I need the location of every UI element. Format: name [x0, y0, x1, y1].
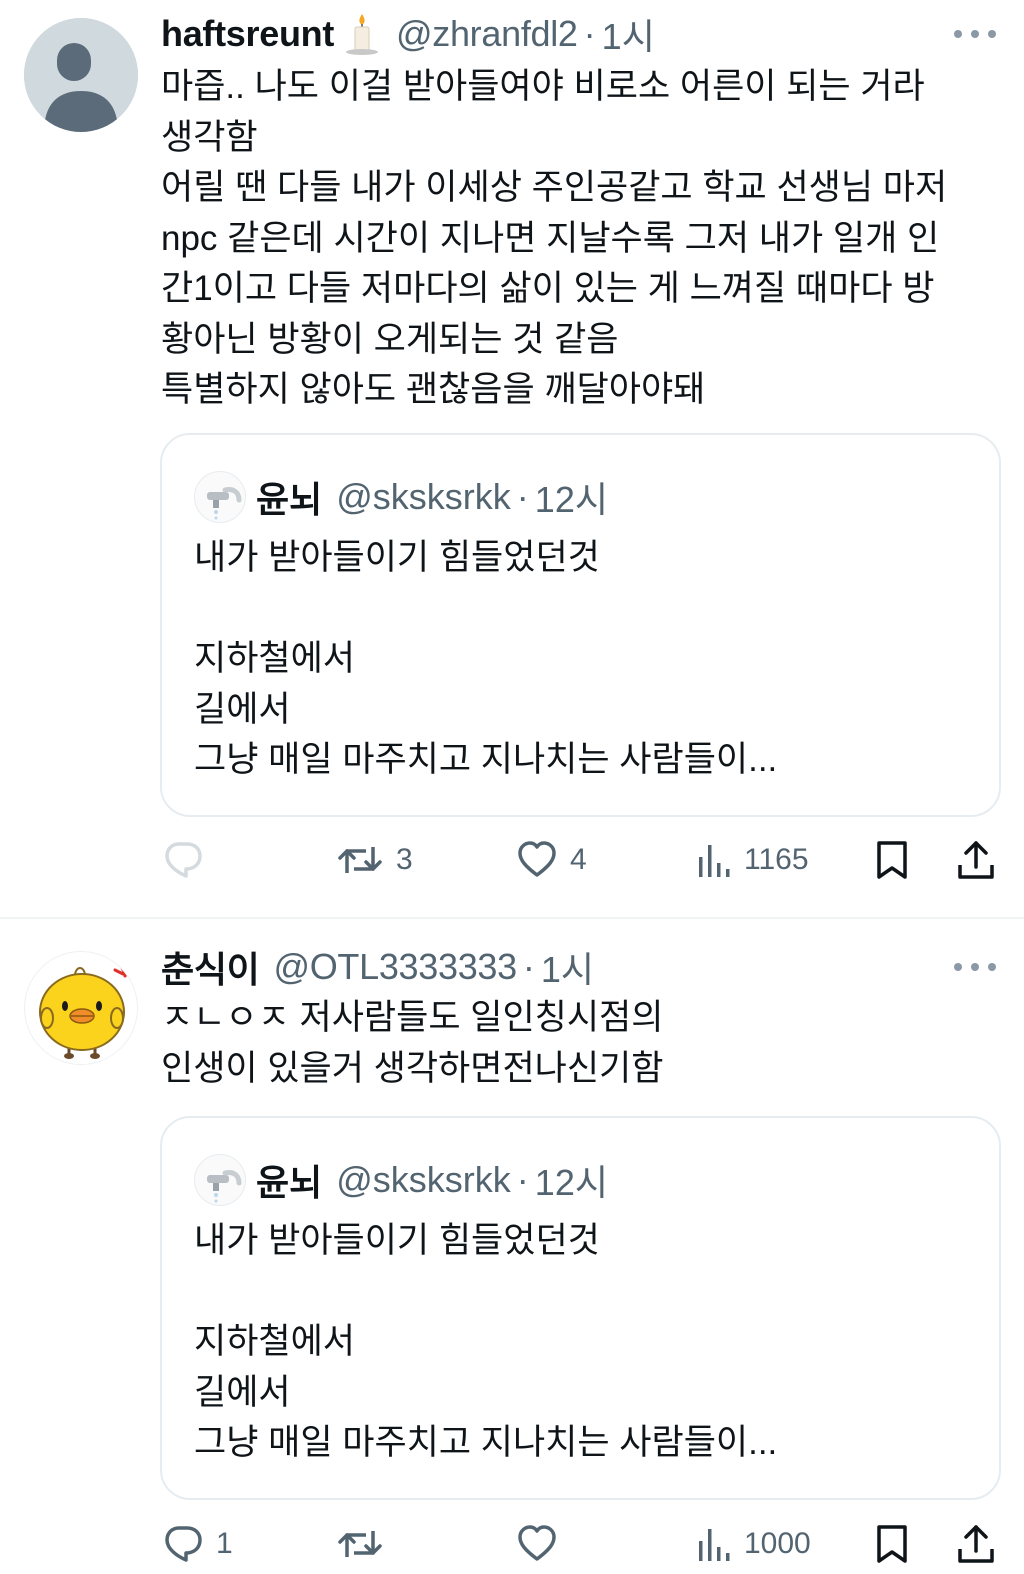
reply-icon — [165, 1526, 202, 1562]
quoted-text-line: 내가 받아들이기 힘들었던것 — [194, 538, 600, 577]
user-handle[interactable]: @OTL3333333 — [273, 946, 517, 988]
share-button[interactable] — [956, 830, 996, 890]
timestamp[interactable]: 1시 — [602, 8, 655, 60]
reply-icon — [165, 842, 202, 878]
tweet-text: 마즙.. 나도 이걸 받아들여야 비로소 어른이 되는 거라 생각함 어릴 땐 … — [161, 62, 1006, 416]
quoted-text-line: 내가 받아들이기 힘들었던것 — [194, 1221, 600, 1260]
tweet-text-line: 인생이 있을거 생각하면전나신기함 — [161, 1048, 664, 1088]
action-bar: 1 1000 — [0, 1514, 1024, 1574]
bookmark-button[interactable] — [874, 830, 910, 890]
quoted-user-handle: @sksksrkk — [336, 1159, 511, 1200]
quoted-tweet-text: 내가 받아들이기 힘들었던것 지하철에서 길에서 그냥 매일 마주치고 지나치는… — [194, 1216, 974, 1469]
tweet-text-line: 간1이고 다들 저마다의 삶이 있는 게 느껴질 때마다 방 — [161, 269, 935, 308]
quoted-display-name: 윤뇌 — [256, 1162, 323, 1203]
user-handle[interactable]: @zhranfdl2 — [396, 13, 578, 55]
quoted-tweet[interactable]: 윤뇌 @sksksrkk · 12시 내가 받아들이기 힘들었던것 지하철에서 … — [160, 433, 1001, 817]
bookmark-icon — [877, 841, 907, 879]
dot-icon — [971, 963, 979, 971]
dot-icon — [988, 30, 996, 38]
reply-button[interactable]: 1 — [162, 1514, 233, 1574]
bookmark-button[interactable] — [874, 1514, 910, 1574]
display-name[interactable]: 춘식이 — [161, 941, 260, 993]
dot-icon — [954, 30, 962, 38]
display-name[interactable]: haftsreunt — [161, 13, 334, 55]
quoted-timestamp: 12시 — [534, 1162, 608, 1203]
dot-icon — [971, 30, 979, 38]
quoted-timestamp: 12시 — [534, 479, 608, 520]
tweet-text-line: 어릴 땐 다들 내가 이세상 주인공같고 학교 선생님 마저 — [161, 168, 948, 207]
like-button[interactable] — [516, 1514, 570, 1574]
reply-button[interactable] — [162, 830, 216, 890]
faucet-icon — [207, 487, 242, 520]
tweet-text-line: 황아닌 방황이 오게되는 것 같음 — [161, 319, 619, 359]
faucet-icon — [207, 1170, 242, 1203]
quoted-text-line: 지하철에서 — [194, 639, 356, 678]
reply-count: 1 — [216, 1527, 233, 1560]
quoted-tweet-header: 윤뇌 @sksksrkk · 12시 — [194, 471, 608, 523]
heart-icon — [518, 1525, 556, 1561]
quoted-display-name: 윤뇌 — [256, 479, 323, 520]
quoted-tweet-text: 내가 받아들이기 힘들었던것 지하철에서 길에서 그냥 매일 마주치고 지나치는… — [194, 533, 974, 786]
faucet-avatar — [194, 1154, 246, 1206]
views-button[interactable]: 1000 — [696, 1514, 811, 1574]
more-options-button[interactable] — [954, 24, 996, 44]
like-count: 4 — [570, 843, 587, 876]
quoted-text-line: 그냥 매일 마주치고 지나치는 사람들이... — [194, 1423, 778, 1462]
views-chart-icon — [699, 845, 730, 877]
quoted-text-line: 지하철에서 — [194, 1322, 356, 1361]
views-button[interactable]: 1165 — [696, 830, 809, 890]
tweet-text-line: npc 같은데 시간이 지나면 지날수록 그저 내가 일개 인 — [161, 218, 940, 258]
separator-dot: · — [516, 1159, 529, 1200]
tweet[interactable]: 춘식이 @OTL3333333 · 1시 ㅈㄴㅇㅈ 저사람들도 일인칭시점의 인… — [0, 919, 1024, 1568]
quoted-text-line — [194, 1267, 974, 1318]
quoted-tweet-header: 윤뇌 @sksksrkk · 12시 — [194, 1154, 608, 1206]
quoted-text-line: 길에서 — [194, 1372, 291, 1412]
heart-icon — [518, 841, 556, 877]
share-icon — [958, 1525, 994, 1563]
quoted-tweet[interactable]: 윤뇌 @sksksrkk · 12시 내가 받아들이기 힘들었던것 지하철에서 … — [160, 1116, 1001, 1500]
yellow-chick-icon — [39, 964, 131, 1059]
like-button[interactable]: 4 — [516, 830, 587, 890]
quoted-text-line: 길에서 — [194, 689, 291, 729]
separator-dot: · — [522, 946, 535, 987]
retweet-button[interactable] — [336, 1514, 396, 1574]
tweet-text-line: ㅈㄴㅇㅈ 저사람들도 일인칭시점의 — [161, 998, 664, 1037]
candle-emoji-icon — [342, 12, 382, 56]
retweet-icon — [338, 1531, 382, 1557]
tweet-header: haftsreunt @zhranfdl2 · 1시 — [161, 12, 655, 57]
dot-icon — [988, 963, 996, 971]
bookmark-icon — [877, 1525, 907, 1563]
action-bar: 3 4 1165 — [0, 830, 1024, 890]
views-count: 1000 — [744, 1527, 811, 1560]
default-person-icon — [24, 18, 138, 132]
timestamp[interactable]: 1시 — [541, 941, 594, 993]
retweet-button[interactable]: 3 — [336, 830, 413, 890]
tweet[interactable]: haftsreunt @zhranfdl2 · 1시 마즙.. 나도 이걸 받아… — [0, 0, 1024, 918]
default-avatar[interactable] — [24, 18, 138, 132]
retweet-icon — [338, 847, 382, 873]
tweet-header: 춘식이 @OTL3333333 · 1시 — [161, 945, 594, 990]
views-count: 1165 — [744, 843, 809, 876]
views-chart-icon — [699, 1529, 730, 1561]
tweet-text: ㅈㄴㅇㅈ 저사람들도 일인칭시점의 인생이 있을거 생각하면전나신기함 — [161, 993, 1006, 1094]
faucet-avatar — [194, 471, 246, 523]
tweet-text-line: 마즙.. 나도 이걸 받아들여야 비로소 어른이 되는 거라 — [161, 67, 925, 106]
tweet-text-line: 생각함 — [161, 117, 258, 157]
chick-avatar[interactable] — [24, 951, 138, 1065]
dot-icon — [954, 963, 962, 971]
separator-dot: · — [516, 476, 529, 517]
quoted-text-line — [194, 584, 974, 635]
tweet-text-line: 특별하지 않아도 괜찮음을 깨달아야돼 — [161, 370, 706, 409]
retweet-count: 3 — [396, 843, 413, 876]
quoted-user-handle: @sksksrkk — [336, 476, 511, 517]
share-icon — [958, 841, 994, 879]
quoted-text-line: 그냥 매일 마주치고 지나치는 사람들이... — [194, 740, 778, 779]
more-options-button[interactable] — [954, 957, 996, 977]
separator-dot: · — [583, 13, 596, 54]
share-button[interactable] — [956, 1514, 996, 1574]
